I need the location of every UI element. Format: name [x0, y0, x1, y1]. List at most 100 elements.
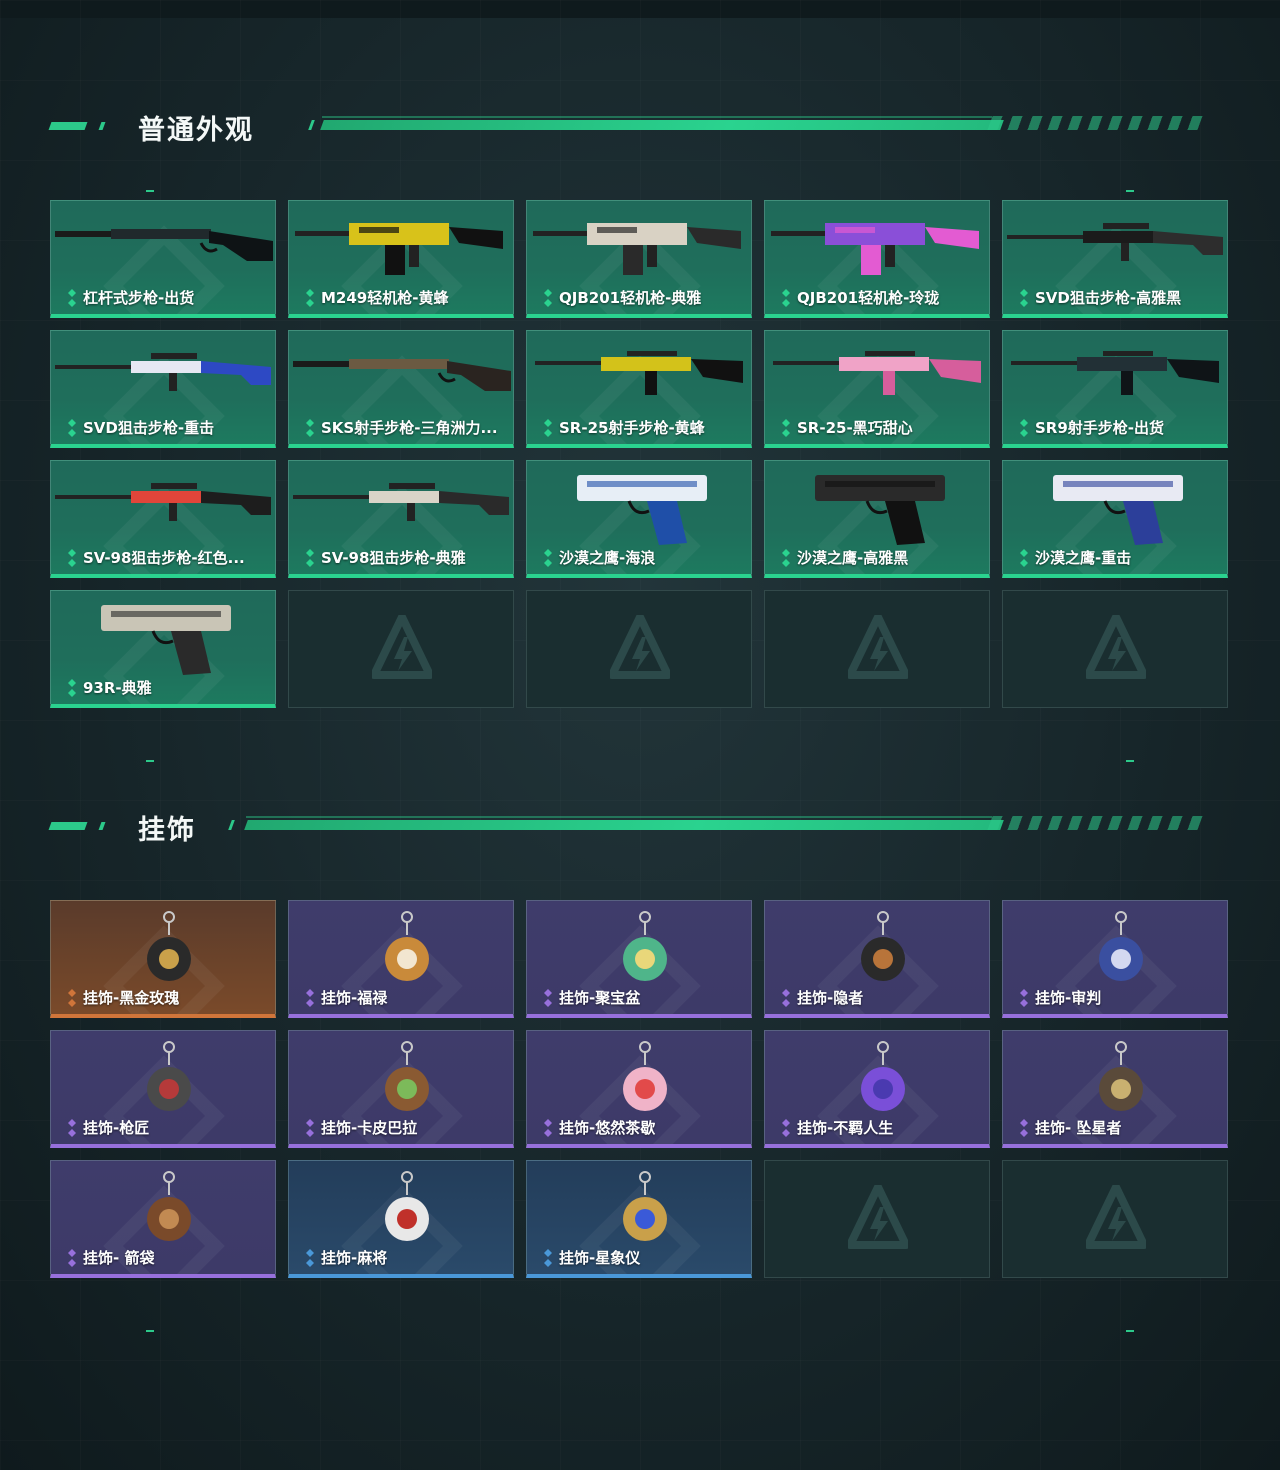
charm-card[interactable]: 挂饰- 坠星者: [1002, 1030, 1228, 1148]
item-label: SR-25射手步枪-黄蜂: [559, 419, 705, 437]
charm-image: [623, 1041, 667, 1111]
item-label: 93R-典雅: [83, 679, 152, 697]
item-label: QJB201轻机枪-玲珑: [797, 289, 940, 307]
empty-slot: [526, 590, 752, 708]
rarity-icon: [306, 289, 314, 307]
charm-card[interactable]: 挂饰-卡皮巴拉: [288, 1030, 514, 1148]
item-label: 沙漠之鹰-高雅黑: [797, 549, 909, 567]
rarity-icon: [68, 419, 76, 437]
weapon-image: [815, 475, 945, 545]
rarity-icon: [544, 1119, 552, 1137]
skin-card[interactable]: SR9射手步枪-出货: [1002, 330, 1228, 448]
charm-card[interactable]: 挂饰-星象仪: [526, 1160, 752, 1278]
weapon-image: [55, 483, 271, 521]
charm-image: [147, 1041, 191, 1111]
charm-image: [623, 1171, 667, 1241]
rarity-icon: [782, 289, 790, 307]
rarity-icon: [544, 289, 552, 307]
skin-card[interactable]: 93R-典雅: [50, 590, 276, 708]
section-title: 普通外观: [138, 115, 254, 146]
empty-slot: [1002, 1160, 1228, 1278]
charm-card[interactable]: 挂饰-聚宝盆: [526, 900, 752, 1018]
charm-card[interactable]: 挂饰-黑金玫瑰: [50, 900, 276, 1018]
rarity-icon: [544, 549, 552, 567]
skin-card[interactable]: 杠杆式步枪-出货: [50, 200, 276, 318]
corner-mark: [146, 760, 154, 762]
charm-image: [861, 1041, 905, 1111]
item-label: 挂饰-聚宝盆: [559, 989, 641, 1007]
rarity-icon: [68, 549, 76, 567]
weapon-image: [771, 223, 979, 275]
item-label: 挂饰-卡皮巴拉: [321, 1119, 418, 1137]
header-dash: [48, 822, 88, 830]
skin-card[interactable]: 沙漠之鹰-重击: [1002, 460, 1228, 578]
skin-card[interactable]: SV-98狙击步枪-红色...: [50, 460, 276, 578]
weapon-image: [293, 359, 511, 391]
header-tick: [228, 820, 235, 830]
skin-card[interactable]: SR-25-黑巧甜心: [764, 330, 990, 448]
skin-card[interactable]: M249轻机枪-黄蜂: [288, 200, 514, 318]
skin-card[interactable]: SVD狙击步枪-高雅黑: [1002, 200, 1228, 318]
charm-image: [385, 1171, 429, 1241]
corner-mark: [1126, 190, 1134, 192]
section-title: 挂饰: [138, 815, 196, 846]
placeholder-logo-icon: [1086, 1185, 1146, 1249]
header-checker: [987, 816, 1203, 830]
rarity-icon: [782, 549, 790, 567]
rarity-icon: [68, 679, 76, 697]
empty-slot: [764, 590, 990, 708]
skin-card[interactable]: SR-25射手步枪-黄蜂: [526, 330, 752, 448]
skin-card[interactable]: 沙漠之鹰-高雅黑: [764, 460, 990, 578]
skin-card[interactable]: 沙漠之鹰-海浪: [526, 460, 752, 578]
item-label: 挂饰-枪匠: [83, 1119, 150, 1137]
charm-image: [147, 911, 191, 981]
rarity-icon: [544, 1249, 552, 1267]
rarity-icon: [1020, 289, 1028, 307]
corner-mark: [146, 190, 154, 192]
rarity-icon: [306, 419, 314, 437]
charm-card[interactable]: 挂饰-福禄: [288, 900, 514, 1018]
charm-image: [385, 1041, 429, 1111]
item-label: 挂饰-福禄: [321, 989, 388, 1007]
item-label: 挂饰-隐者: [797, 989, 864, 1007]
charm-card[interactable]: 挂饰-麻将: [288, 1160, 514, 1278]
empty-slot: [1002, 590, 1228, 708]
item-label: SVD狙击步枪-高雅黑: [1035, 289, 1182, 307]
skin-card[interactable]: QJB201轻机枪-典雅: [526, 200, 752, 318]
placeholder-logo-icon: [848, 615, 908, 679]
section-header-skins: 普通外观: [48, 106, 1203, 146]
weapon-image: [295, 223, 503, 275]
rarity-icon: [544, 419, 552, 437]
weapon-image: [773, 351, 981, 395]
header-line: [244, 820, 1004, 830]
charm-card[interactable]: 挂饰-不羁人生: [764, 1030, 990, 1148]
charm-image: [147, 1171, 191, 1241]
charm-card[interactable]: 挂饰-隐者: [764, 900, 990, 1018]
skin-card[interactable]: SKS射手步枪-三角洲力...: [288, 330, 514, 448]
item-label: SR9射手步枪-出货: [1035, 419, 1165, 437]
item-label: SKS射手步枪-三角洲力...: [321, 419, 498, 437]
corner-mark: [1126, 760, 1134, 762]
rarity-icon: [68, 1249, 76, 1267]
charm-card[interactable]: 挂饰-枪匠: [50, 1030, 276, 1148]
item-label: 挂饰-麻将: [321, 1249, 388, 1267]
skin-card[interactable]: QJB201轻机枪-玲珑: [764, 200, 990, 318]
skin-card[interactable]: SVD狙击步枪-重击: [50, 330, 276, 448]
charm-card[interactable]: 挂饰-悠然茶歇: [526, 1030, 752, 1148]
charm-card[interactable]: 挂饰- 箭袋: [50, 1160, 276, 1278]
skin-card[interactable]: SV-98狙击步枪-典雅: [288, 460, 514, 578]
header-line: [320, 120, 1004, 130]
rarity-icon: [782, 989, 790, 1007]
header-dash: [48, 122, 88, 130]
charm-image: [623, 911, 667, 981]
item-label: QJB201轻机枪-典雅: [559, 289, 702, 307]
weapon-image: [535, 351, 743, 395]
charm-card[interactable]: 挂饰-审判: [1002, 900, 1228, 1018]
item-label: 挂饰-悠然茶歇: [559, 1119, 656, 1137]
rarity-icon: [1020, 419, 1028, 437]
corner-mark: [1126, 1330, 1134, 1332]
header-thin-line: [246, 816, 992, 818]
item-label: 沙漠之鹰-重击: [1035, 549, 1132, 567]
weapon-image: [101, 605, 231, 675]
rarity-icon: [68, 289, 76, 307]
